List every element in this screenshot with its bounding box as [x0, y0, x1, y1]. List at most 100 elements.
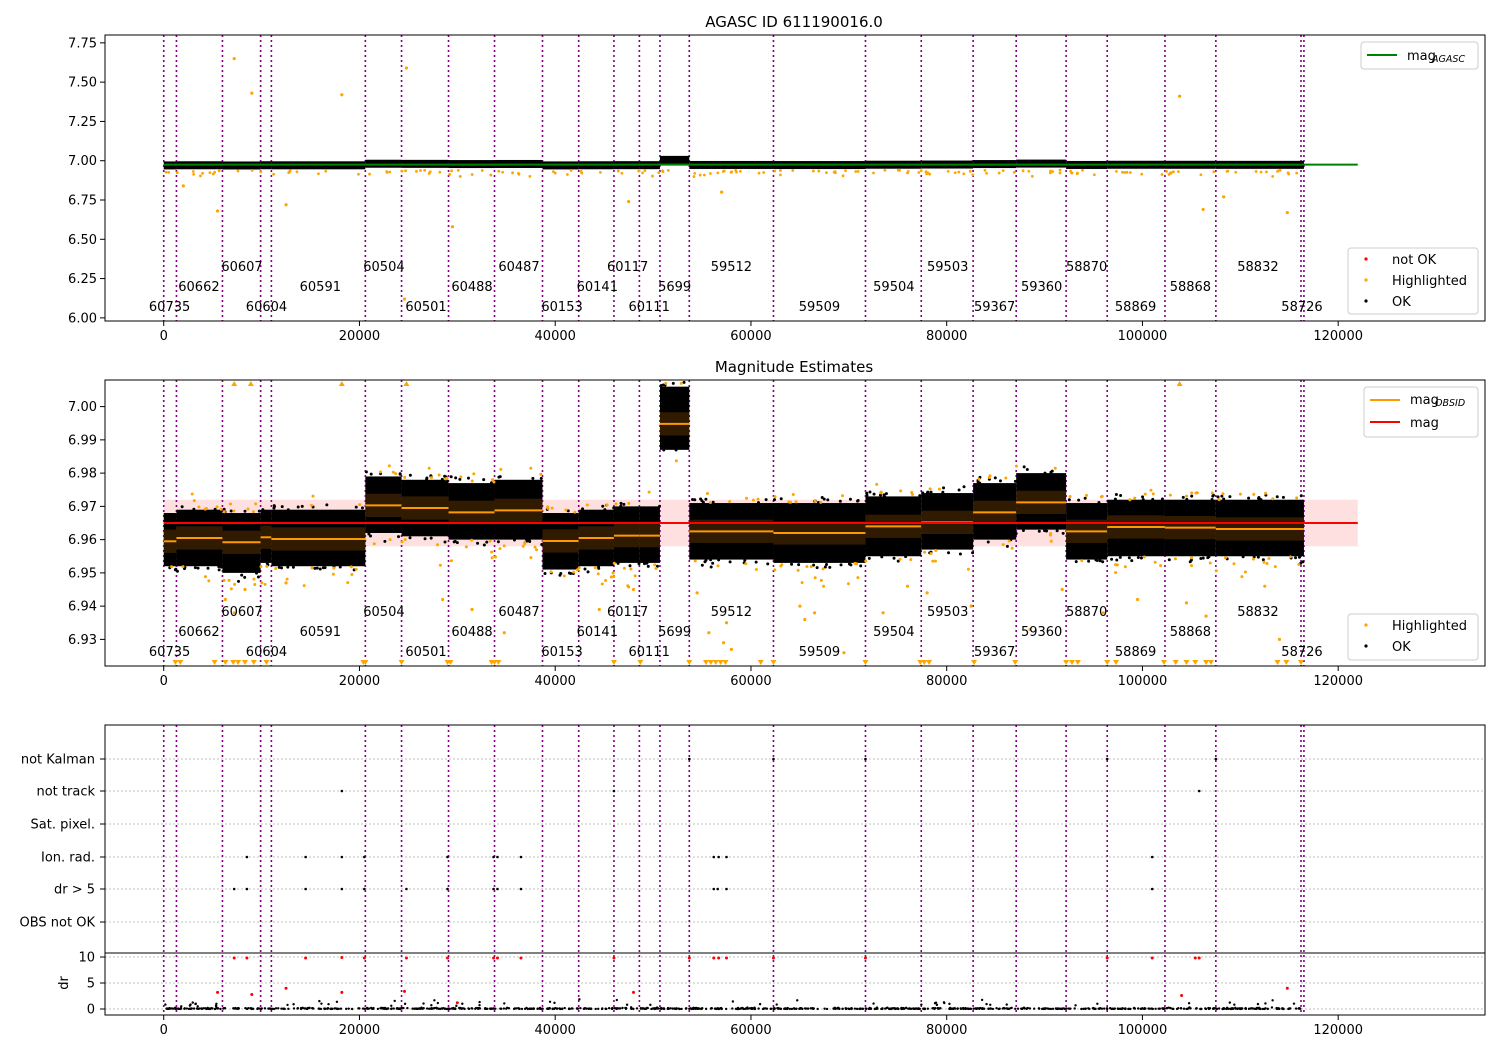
ok-point — [512, 538, 516, 542]
ok-point — [709, 558, 713, 562]
flag-point — [1150, 887, 1154, 891]
dr-point — [334, 1007, 338, 1010]
obsid-label: 59512 — [711, 260, 752, 275]
flag-point — [1214, 757, 1218, 761]
dr-point — [1207, 1007, 1211, 1010]
highlighted-outlier — [631, 587, 636, 592]
obsid-label: 60504 — [363, 605, 404, 620]
dr-axis-label: dr — [57, 976, 72, 990]
highlighted-point — [928, 172, 932, 176]
obsid-label: 58832 — [1237, 260, 1278, 275]
dr-tick-label: 10 — [78, 951, 95, 966]
highlighted-point — [957, 170, 961, 174]
dr-point — [179, 1007, 182, 1011]
highlighted-point — [716, 171, 720, 175]
ok-point — [619, 504, 623, 508]
dr-point — [793, 1007, 797, 1011]
ok-point — [711, 500, 715, 504]
ok-point — [929, 490, 933, 494]
obsid-label: 58869 — [1115, 300, 1156, 315]
highlighted-point — [192, 172, 196, 176]
x-tick-label: 120000 — [1313, 1023, 1363, 1038]
dr-point — [1108, 1007, 1112, 1010]
highlighted-point — [789, 500, 793, 504]
obsid-label: 60591 — [300, 625, 341, 640]
dr-point — [853, 1007, 857, 1010]
dr-point — [1158, 1007, 1162, 1010]
highlighted-point — [391, 470, 395, 474]
dr-point — [194, 1002, 197, 1005]
highlighted-point — [448, 173, 452, 176]
panel3-frame — [104, 724, 1486, 1016]
panel1-title: AGASC ID 611190016.0 — [705, 13, 883, 31]
highlighted-point — [501, 170, 505, 174]
offscale-low-marker — [610, 660, 617, 665]
highlighted-point — [260, 581, 264, 585]
dr-point — [920, 1003, 923, 1006]
dr-not-ok-point — [724, 956, 728, 960]
dr-point — [1264, 1002, 1267, 1005]
highlighted-point — [449, 559, 453, 563]
dr-point — [816, 1007, 819, 1011]
highlighted-point — [643, 169, 647, 173]
dr-point — [1288, 1007, 1291, 1010]
highlighted-point — [1014, 464, 1018, 468]
offscale-low-marker — [1104, 660, 1111, 665]
highlighted-point — [705, 491, 709, 495]
dr-point — [739, 1007, 742, 1010]
highlighted-point — [427, 466, 431, 470]
ok-point — [947, 551, 951, 555]
highlighted-point — [811, 169, 815, 173]
ok-point — [1095, 559, 1099, 563]
ok-point — [360, 506, 364, 510]
x-tick-label: 40000 — [535, 329, 576, 344]
highlighted-point — [910, 490, 914, 494]
highlighted-point — [232, 509, 236, 513]
flag-point — [496, 855, 499, 859]
ok-point — [1025, 467, 1029, 471]
dr-point — [421, 1007, 424, 1010]
dr-point — [400, 1006, 403, 1010]
highlighted-point — [535, 548, 539, 552]
dr-point — [237, 1006, 240, 1010]
highlighted-point — [1234, 170, 1238, 174]
highlighted-point — [252, 577, 256, 581]
dr-not-ok-point — [402, 989, 406, 993]
highlighted-point — [1068, 494, 1072, 498]
highlighted-point — [1267, 556, 1271, 560]
flag-point — [446, 887, 449, 891]
highlighted-point — [846, 582, 850, 586]
x-tick-label: 100000 — [1118, 1023, 1168, 1038]
highlighted-point — [1190, 564, 1194, 568]
flag-point — [492, 855, 495, 859]
flag-row-label: Ion. rad. — [41, 851, 95, 866]
flag-point — [245, 887, 249, 891]
offscale-low-marker — [1074, 660, 1081, 665]
panel2-legend-lower: Highlighted OK — [1347, 613, 1479, 661]
highlighted-point — [1295, 171, 1299, 175]
dr-point — [1217, 1007, 1221, 1010]
obsid-label: 60141 — [577, 280, 618, 295]
dr-not-ok-point — [717, 956, 721, 960]
highlighted-point — [358, 503, 362, 507]
highlighted-outlier — [969, 604, 973, 608]
dr-point — [1047, 1007, 1051, 1011]
dr-point — [1194, 1007, 1198, 1010]
highlighted-point — [181, 565, 185, 569]
dr-not-ok-point — [216, 990, 220, 994]
highlighted-point — [841, 174, 845, 178]
ok-point — [452, 540, 456, 544]
highlighted-outlier — [812, 611, 817, 615]
ok-point — [700, 499, 704, 503]
y-tick-label: 6.98 — [68, 467, 97, 482]
dr-point — [191, 1001, 194, 1004]
highlighted-point — [651, 174, 654, 178]
offscale-low-marker — [1192, 660, 1199, 665]
dr-point — [841, 1007, 844, 1011]
dr-point — [724, 1007, 728, 1011]
dr-point — [1074, 1004, 1077, 1007]
highlighted-outlier — [250, 91, 254, 95]
obsid-label: 60153 — [541, 645, 582, 660]
highlighted-point — [620, 171, 624, 175]
highlighted-point — [679, 381, 683, 385]
